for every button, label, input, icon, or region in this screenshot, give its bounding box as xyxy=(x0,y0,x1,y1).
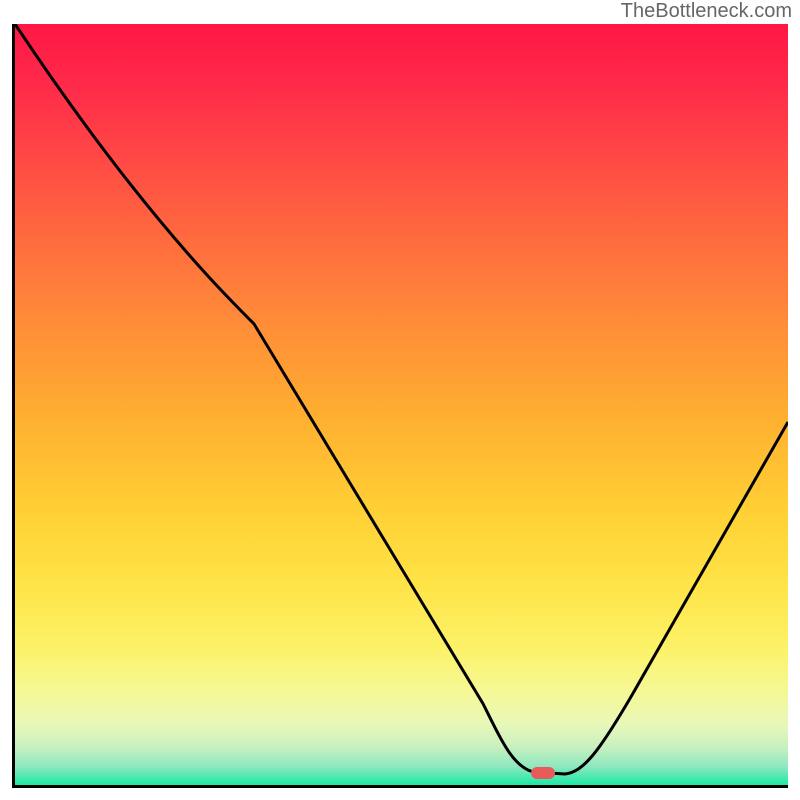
watermark-text: TheBottleneck.com xyxy=(621,0,792,23)
optimal-point-marker xyxy=(531,767,555,779)
chart-plot-area xyxy=(12,24,788,788)
bottleneck-curve xyxy=(15,24,788,785)
